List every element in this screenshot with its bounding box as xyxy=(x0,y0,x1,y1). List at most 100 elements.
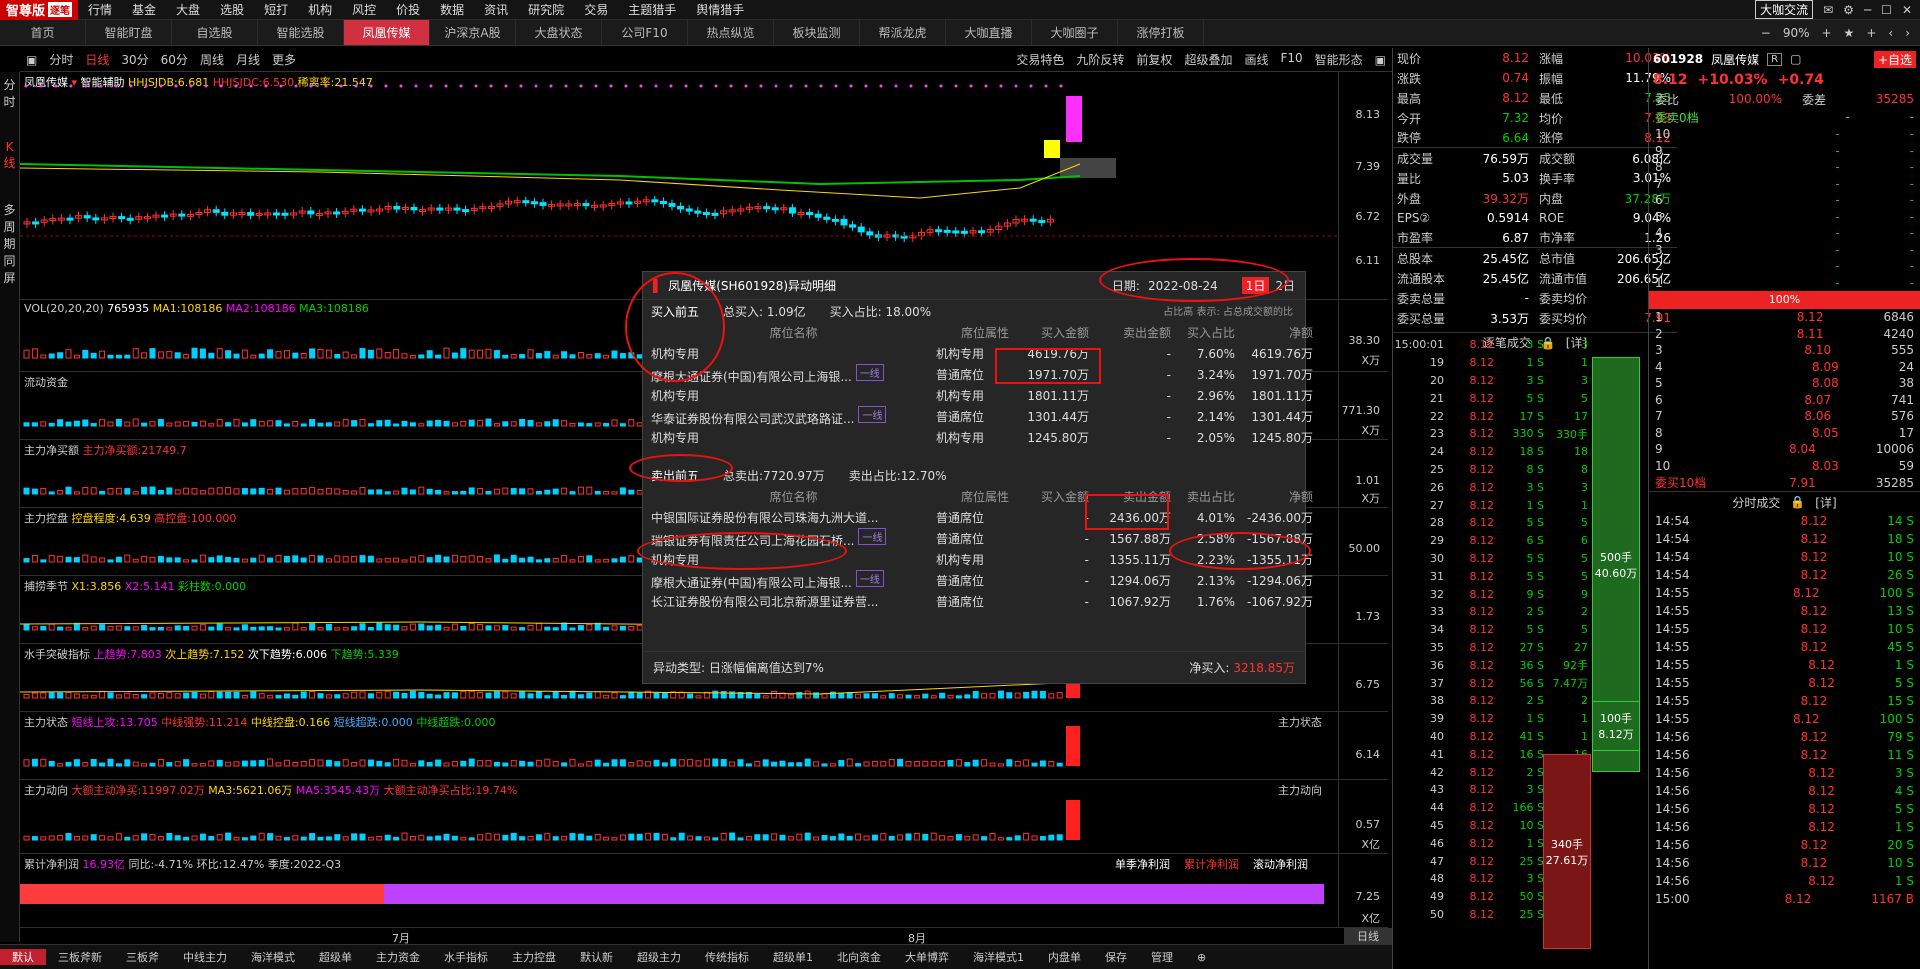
template-tab-15[interactable]: 海洋模式1 xyxy=(961,949,1036,965)
bid-level[interactable]: 3 8.10 555 xyxy=(1649,342,1920,359)
bid-level[interactable]: 8 8.05 17 xyxy=(1649,425,1920,442)
next-icon[interactable]: › xyxy=(1905,26,1910,40)
menu-item-4[interactable]: 短打 xyxy=(254,1,298,18)
panel-toggle-icon[interactable]: ▣ xyxy=(1369,53,1392,67)
period-button-2[interactable]: 30分 xyxy=(115,51,154,68)
bid-level[interactable]: 4 8.09 24 xyxy=(1649,359,1920,376)
bid-level[interactable]: 2 8.11 4240 xyxy=(1649,326,1920,343)
tab-4[interactable]: 凤凰传媒 xyxy=(344,20,430,45)
template-tab-8[interactable]: 主力控盘 xyxy=(500,949,568,965)
ask-level[interactable]: 10 - - xyxy=(1649,126,1920,143)
tab-0[interactable]: 首页 xyxy=(0,20,86,45)
copy-icon[interactable]: ▢ xyxy=(1790,52,1801,66)
bid-level[interactable]: 7 8.06 576 xyxy=(1649,408,1920,425)
template-tab-4[interactable]: 海洋模式 xyxy=(239,949,307,965)
tab-12[interactable]: 大咖圈子 xyxy=(1032,20,1118,45)
template-tab-5[interactable]: 超级单 xyxy=(307,949,364,965)
bid-level[interactable]: 9 8.04 10006 xyxy=(1649,441,1920,458)
template-tab-18[interactable]: 管理 xyxy=(1139,949,1185,965)
tab-5[interactable]: 沪深京A股 xyxy=(430,20,516,45)
expert-chat-button[interactable]: 大咖交流 xyxy=(1755,0,1814,19)
side-strip-char-2[interactable]: K xyxy=(6,140,14,154)
template-tab-1[interactable]: 三板斧新 xyxy=(46,949,114,965)
app-logo[interactable]: 智尊版 逐笔 xyxy=(0,0,79,20)
ask-level[interactable]: 4 - - xyxy=(1649,225,1920,242)
period-button-5[interactable]: 月线 xyxy=(230,51,266,68)
add-watchlist-button[interactable]: +自选 xyxy=(1873,50,1916,68)
state-pane[interactable]: 主力状态 短线上攻:13.705 中线强势:11.214 中线控盘:0.166 … xyxy=(20,712,1388,780)
tool-button-5[interactable]: F10 xyxy=(1274,51,1308,68)
template-tab-3[interactable]: 中线主力 xyxy=(171,949,239,965)
menu-item-8[interactable]: 数据 xyxy=(430,1,474,18)
menu-item-12[interactable]: 主题猎手 xyxy=(618,1,686,18)
close-icon[interactable]: ✕ xyxy=(1902,3,1912,17)
tab-3[interactable]: 智能选股 xyxy=(258,20,344,45)
ask-level[interactable]: 8 - - xyxy=(1649,159,1920,176)
tab-11[interactable]: 大咖直播 xyxy=(946,20,1032,45)
tool-button-2[interactable]: 前复权 xyxy=(1130,51,1178,68)
side-strip-char-4[interactable]: 多 xyxy=(3,201,15,218)
menu-item-6[interactable]: 风控 xyxy=(342,1,386,18)
menu-item-7[interactable]: 价投 xyxy=(386,1,430,18)
minimize-icon[interactable]: ─ xyxy=(1864,3,1871,17)
tool-button-6[interactable]: 智能形态 xyxy=(1309,51,1369,68)
dyn-pane[interactable]: 主力动向 大额主动净买:11997.02万 MA3:5621.06万 MA5:3… xyxy=(20,780,1388,854)
ask-level[interactable]: 2 - - xyxy=(1649,258,1920,275)
tool-button-1[interactable]: 九阶反转 xyxy=(1070,51,1130,68)
menu-item-11[interactable]: 交易 xyxy=(574,1,618,18)
menu-item-5[interactable]: 机构 xyxy=(298,1,342,18)
side-strip-char-5[interactable]: 周 xyxy=(3,218,15,235)
sell-row[interactable]: 中银国际证券股份有限公司珠海九洲大道... 普通席位 -2436.00万 4.01% -… xyxy=(643,507,1313,528)
period-button-6[interactable]: 更多 xyxy=(266,51,302,68)
profit-tab-rolling[interactable]: 滚动净利润 xyxy=(1253,856,1308,872)
buy-row[interactable]: 机构专用 机构专用 1245.80万 - 2.05% 1245.80万 xyxy=(643,427,1313,448)
tab-13[interactable]: 涨停打板 xyxy=(1118,20,1204,45)
bid-level[interactable]: 6 8.07 741 xyxy=(1649,392,1920,409)
prev-icon[interactable]: ‹ xyxy=(1888,26,1893,40)
tab-7[interactable]: 公司F10 xyxy=(602,20,688,45)
template-tab-11[interactable]: 传统指标 xyxy=(693,949,761,965)
template-tab-17[interactable]: 保存 xyxy=(1093,949,1139,965)
bid-level[interactable]: 5 8.08 38 xyxy=(1649,375,1920,392)
side-strip-char-6[interactable]: 期 xyxy=(3,235,15,252)
lock-icon[interactable]: 🔒 xyxy=(1790,495,1805,509)
tab-2[interactable]: 自选股 xyxy=(172,20,258,45)
layout-icon[interactable]: ▣ xyxy=(20,53,43,67)
zoom-in-icon[interactable]: + xyxy=(1821,26,1831,40)
abnormal-detail-popup[interactable]: ▌ 凤凰传媒(SH601928)异动明细 日期: 2022-08-24 1日 2… xyxy=(625,258,1313,684)
menu-item-0[interactable]: 行情 xyxy=(78,1,122,18)
template-tab-2[interactable]: 三板斧 xyxy=(114,949,171,965)
buy-row[interactable]: 华泰证券股份有限公司武汉武珞路证... 一线 普通席位 1301.44万 -2.14% 1… xyxy=(643,406,1313,427)
tool-button-4[interactable]: 画线 xyxy=(1238,51,1274,68)
side-strip-char-8[interactable]: 屏 xyxy=(3,269,15,286)
period-button-3[interactable]: 60分 xyxy=(155,51,194,68)
tab-9[interactable]: 板块监测 xyxy=(774,20,860,45)
buy-row[interactable]: 机构专用 机构专用 4619.76万 -7.60% 4619.76万 xyxy=(643,343,1313,364)
side-strip-char-0[interactable]: 分 xyxy=(3,76,15,93)
tab-1[interactable]: 智能盯盘 xyxy=(86,20,172,45)
menu-item-10[interactable]: 研究院 xyxy=(518,1,574,18)
tool-button-0[interactable]: 交易特色 xyxy=(1010,51,1070,68)
template-tab-7[interactable]: 水手指标 xyxy=(432,949,500,965)
template-tab-9[interactable]: 默认新 xyxy=(568,949,625,965)
ask-level[interactable]: 5 - - xyxy=(1649,209,1920,226)
period-button-0[interactable]: 分时 xyxy=(43,51,79,68)
ask-level[interactable]: 3 - - xyxy=(1649,242,1920,259)
ask-level[interactable]: 1 - - xyxy=(1649,275,1920,292)
side-strip-char-7[interactable]: 同 xyxy=(3,252,15,269)
bid-level[interactable]: 10 8.03 59 xyxy=(1649,458,1920,475)
bid-level[interactable]: 1 8.12 6846 xyxy=(1649,309,1920,326)
buy-row[interactable]: 摩根大通证券(中国)有限公司上海银... 一线 普通席位 1971.70万 -3.24%… xyxy=(643,364,1313,385)
ask-level[interactable]: 6 - - xyxy=(1649,192,1920,209)
period-indicator[interactable]: 日线 xyxy=(1344,928,1392,944)
mail-icon[interactable]: ✉ xyxy=(1823,3,1833,17)
settings-icon[interactable]: ⚙ xyxy=(1843,3,1854,17)
template-tab-10[interactable]: 超级主力 xyxy=(625,949,693,965)
zoom-out-icon[interactable]: − xyxy=(1761,26,1771,40)
side-strip-char-1[interactable]: 时 xyxy=(3,93,15,110)
tool-button-3[interactable]: 超级叠加 xyxy=(1178,51,1238,68)
side-strip-char-3[interactable]: 线 xyxy=(3,154,15,171)
template-tab-6[interactable]: 主力资金 xyxy=(364,949,432,965)
template-tab-14[interactable]: 大单博弈 xyxy=(893,949,961,965)
profit-tab-single[interactable]: 单季净利润 xyxy=(1115,856,1170,872)
